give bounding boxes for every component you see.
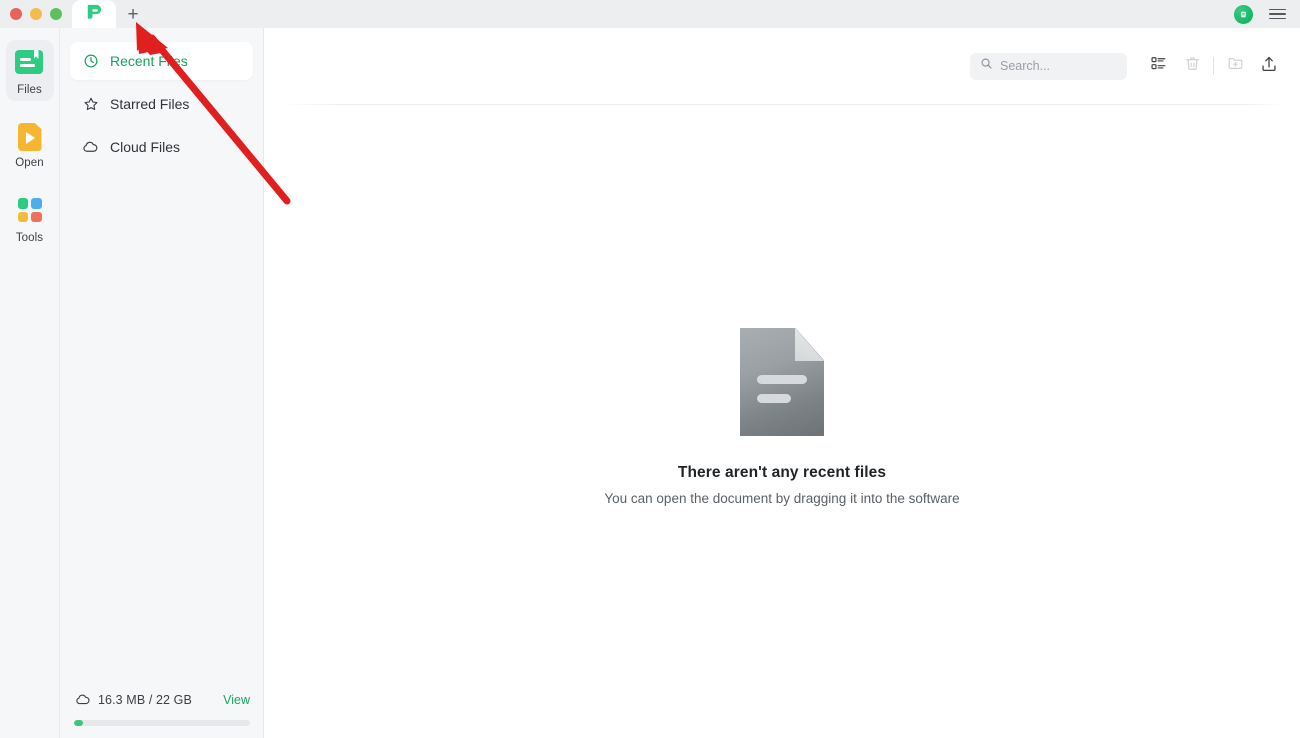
- list-view-button[interactable]: [1141, 51, 1175, 81]
- clock-icon: [82, 53, 99, 70]
- sidebar-label-recent-files: Recent Files: [110, 53, 188, 69]
- window-controls: [0, 8, 62, 20]
- storage-view-link[interactable]: View: [223, 693, 250, 707]
- storage-progress-bar: [74, 720, 250, 726]
- close-window-button[interactable]: [10, 8, 22, 20]
- left-panel: Recent Files Starred Files Cloud Files 1…: [60, 28, 264, 738]
- sidebar-label-cloud-files: Cloud Files: [110, 139, 181, 155]
- storage-usage-text: 16.3 MB / 22 GB: [98, 692, 192, 707]
- tab-strip: +: [72, 0, 150, 28]
- content-area: There aren't any recent files You can op…: [264, 28, 1300, 738]
- search-box[interactable]: [970, 52, 1127, 80]
- delete-button[interactable]: [1175, 51, 1209, 81]
- titlebar-right: [1234, 4, 1300, 24]
- star-icon: [82, 96, 99, 113]
- document-icon: [740, 328, 824, 436]
- upload-button[interactable]: [1252, 51, 1286, 81]
- tab-home[interactable]: [72, 0, 116, 28]
- files-icon: [14, 50, 45, 80]
- hamburger-menu-icon[interactable]: [1269, 8, 1286, 20]
- minimize-window-button[interactable]: [30, 8, 42, 20]
- app-logo-icon: [85, 2, 104, 26]
- sidebar-item-cloud-files[interactable]: Cloud Files: [70, 128, 253, 166]
- new-folder-icon: [1227, 55, 1244, 77]
- new-tab-button[interactable]: +: [116, 0, 150, 28]
- content-toolbar: [264, 28, 1300, 104]
- title-bar: +: [0, 0, 1300, 28]
- cloud-storage-icon: [74, 691, 91, 708]
- empty-state-subtitle: You can open the document by dragging it…: [604, 491, 960, 506]
- rail-label-open: Open: [15, 157, 44, 169]
- storage-progress-fill: [74, 720, 83, 726]
- storage-section: 16.3 MB / 22 GB View: [60, 691, 264, 738]
- icon-rail: Files Open Tools: [0, 28, 60, 738]
- upload-icon: [1260, 55, 1278, 78]
- search-icon: [980, 57, 993, 75]
- app-window: + Files Open Tools Recent Files Starred …: [0, 0, 1300, 738]
- toolbar-bottom-divider: [282, 104, 1282, 105]
- rail-item-open[interactable]: Open: [6, 115, 54, 174]
- rail-label-files: Files: [17, 84, 42, 96]
- user-avatar-icon[interactable]: [1234, 4, 1253, 24]
- empty-state-title: There aren't any recent files: [677, 464, 887, 481]
- file-nav-list: Recent Files Starred Files Cloud Files: [60, 28, 263, 166]
- maximize-window-button[interactable]: [50, 8, 62, 20]
- rail-label-tools: Tools: [15, 232, 44, 244]
- list-view-icon: [1150, 55, 1167, 77]
- sidebar-item-recent-files[interactable]: Recent Files: [70, 42, 253, 80]
- empty-state: There aren't any recent files You can op…: [264, 328, 1300, 506]
- search-input[interactable]: [1000, 59, 1110, 73]
- sidebar-label-starred-files: Starred Files: [110, 96, 190, 112]
- trash-icon: [1184, 55, 1201, 77]
- toolbar-divider: [1213, 57, 1214, 75]
- sidebar-item-starred-files[interactable]: Starred Files: [70, 85, 253, 123]
- new-folder-button[interactable]: [1218, 51, 1252, 81]
- rail-item-files[interactable]: Files: [5, 40, 54, 101]
- rail-item-tools[interactable]: Tools: [6, 188, 54, 249]
- tools-icon: [15, 198, 45, 228]
- cloud-icon: [82, 139, 99, 156]
- storage-row: 16.3 MB / 22 GB View: [74, 691, 250, 708]
- open-icon: [15, 123, 45, 153]
